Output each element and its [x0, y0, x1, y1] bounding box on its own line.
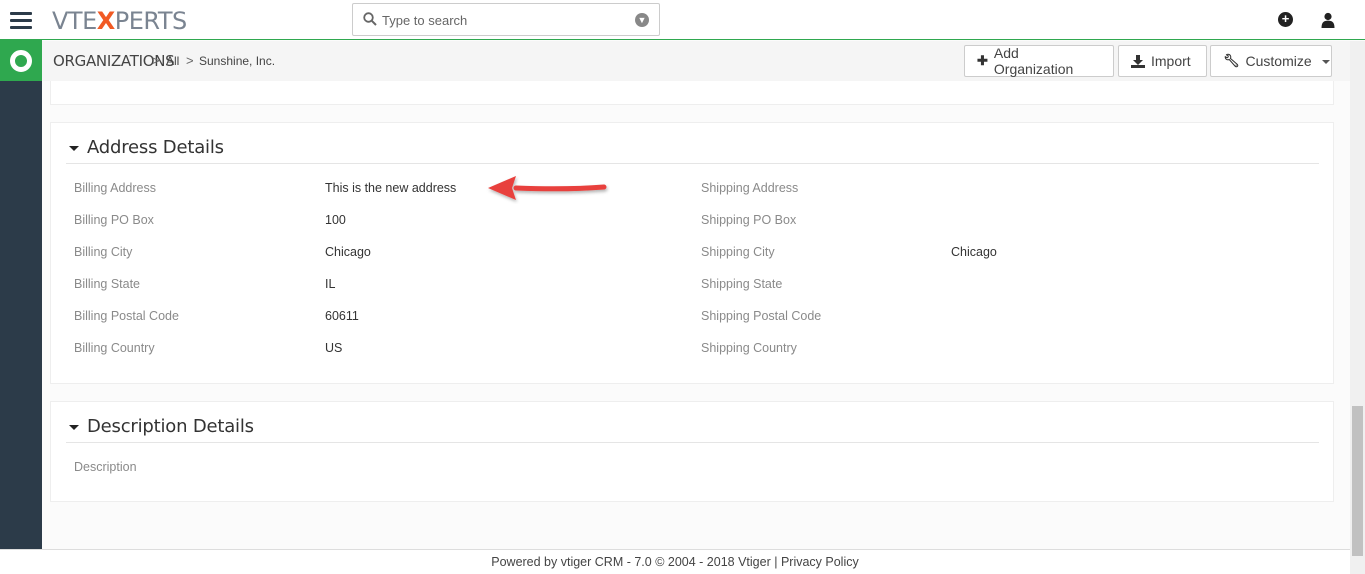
field-label: Shipping State — [701, 277, 783, 291]
customize-button[interactable]: 🔧︎ Customize — [1210, 45, 1332, 77]
field-label: Description — [74, 460, 137, 474]
caret-down-icon — [69, 424, 79, 430]
billing-postal-code-value[interactable]: 60611 — [325, 309, 359, 323]
plus-icon: ✚ — [977, 53, 988, 68]
billing-po-box-value[interactable]: 100 — [325, 213, 346, 227]
annotation-arrow-icon — [488, 176, 607, 200]
logo-text-left: VTE — [52, 7, 97, 35]
chevron-right-icon: > — [152, 53, 160, 68]
chevron-right-icon: > — [186, 53, 194, 68]
field-label: Billing State — [74, 277, 141, 291]
description-details-title: Description Details — [87, 415, 254, 437]
address-details-block: Address Details Billing Address This is … — [50, 122, 1334, 384]
description-details-block: Description Details Description — [50, 401, 1334, 502]
billing-country-value[interactable]: US — [325, 341, 342, 355]
chevron-down-icon[interactable]: ▼ — [635, 13, 649, 27]
import-button[interactable]: Import — [1118, 45, 1207, 77]
search-icon — [363, 12, 377, 26]
global-search: ▼ — [352, 3, 660, 36]
user-icon[interactable] — [1321, 12, 1335, 28]
field-label: Shipping Postal Code — [701, 309, 822, 323]
logo-text-right: PERTS — [114, 7, 187, 35]
footer-powered-by: Powered by vtiger CRM - 7.0 © 2004 - 201… — [491, 555, 739, 569]
app-logo[interactable]: VTEXPERTS — [52, 7, 187, 35]
billing-state-value[interactable]: IL — [325, 277, 335, 291]
search-input[interactable] — [382, 10, 622, 30]
detail-view: Address Details Billing Address This is … — [42, 81, 1350, 549]
description-details-header[interactable]: Description Details — [66, 410, 1319, 443]
wrench-icon: 🔧︎ — [1223, 53, 1240, 68]
address-details-title: Address Details — [87, 136, 224, 158]
billing-city-value[interactable]: Chicago — [325, 245, 371, 259]
menu-icon[interactable] — [0, 0, 42, 40]
left-sidebar — [0, 40, 42, 550]
vtiger-link[interactable]: Vtiger — [738, 555, 771, 569]
add-organization-button[interactable]: ✚ Add Organization — [964, 45, 1114, 77]
privacy-policy-link[interactable]: Privacy Policy — [781, 555, 859, 569]
field-label: Billing City — [74, 245, 133, 259]
field-label: Shipping Address — [701, 181, 799, 195]
field-label: Billing Address — [74, 181, 156, 195]
caret-down-icon — [69, 145, 79, 151]
field-label: Shipping PO Box — [701, 213, 797, 227]
module-header: ORGANIZATIONS > All > Sunshine, Inc. ✚ A… — [42, 41, 1350, 81]
caret-down-icon — [1321, 60, 1330, 64]
field-label: Billing Country — [74, 341, 155, 355]
sidebar-item-organizations[interactable] — [0, 40, 42, 81]
scrollbar-thumb[interactable] — [1352, 406, 1363, 556]
previous-block — [50, 81, 1334, 105]
module-icon — [10, 49, 32, 72]
field-label: Billing PO Box — [74, 213, 154, 227]
field-label: Shipping City — [701, 245, 775, 259]
add-organization-label: Add Organization — [993, 45, 1074, 77]
field-label: Shipping Country — [701, 341, 797, 355]
top-bar: VTEXPERTS ▼ + — [0, 0, 1365, 40]
breadcrumb-record: Sunshine, Inc. — [199, 54, 276, 68]
address-details-header[interactable]: Address Details — [66, 131, 1319, 164]
logo-text-x: X — [96, 7, 116, 35]
field-label: Billing Postal Code — [74, 309, 179, 323]
shipping-city-value[interactable]: Chicago — [951, 245, 997, 259]
download-icon — [1131, 54, 1145, 68]
footer-separator: | — [770, 555, 781, 569]
billing-address-value[interactable]: This is the new address — [325, 181, 456, 195]
footer: Powered by vtiger CRM - 7.0 © 2004 - 201… — [0, 549, 1350, 574]
customize-label: Customize — [1245, 53, 1312, 69]
vertical-scrollbar[interactable] — [1350, 41, 1365, 574]
add-icon[interactable]: + — [1278, 12, 1293, 27]
breadcrumb-all[interactable]: All — [166, 54, 179, 68]
import-label: Import — [1151, 53, 1191, 69]
